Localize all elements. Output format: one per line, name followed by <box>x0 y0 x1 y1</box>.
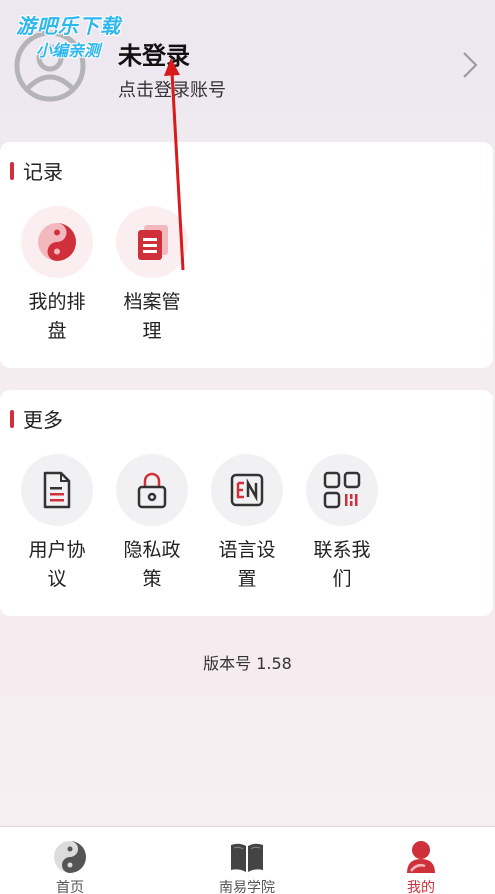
my-chart-label: 我的排盘 <box>28 291 86 342</box>
tab-mine-label: 我的 <box>407 880 435 894</box>
document-icon <box>43 471 71 509</box>
privacy-policy-icon-circle[interactable] <box>116 454 188 526</box>
user-agreement-icon-circle[interactable] <box>21 454 93 526</box>
tab-mine[interactable]: 我的 <box>361 827 481 894</box>
tab-academy-label: 南易学院 <box>219 880 275 894</box>
my-chart-icon-circle[interactable] <box>21 206 93 278</box>
lock-icon <box>137 472 167 509</box>
archive-management-label: 档案管理 <box>123 291 181 342</box>
records-section-title: 记录 <box>10 156 63 185</box>
more-section-title: 更多 <box>10 404 63 433</box>
language-settings-label: 语言设置 <box>218 539 276 590</box>
bottom-tab-bar: 首页 南易学院 我的 <box>0 826 495 894</box>
qr-code-icon <box>323 471 361 509</box>
records-section: 记录 我的排盘 档案管理 <box>0 142 493 368</box>
privacy-policy-item[interactable]: 隐私政策 <box>109 454 195 594</box>
login-prompt[interactable]: 点击登录账号 <box>118 76 226 102</box>
tab-home[interactable]: 首页 <box>10 827 130 894</box>
tab-home-label: 首页 <box>56 880 84 894</box>
yin-yang-icon <box>38 223 76 261</box>
language-settings-icon-circle[interactable] <box>211 454 283 526</box>
contact-us-item[interactable]: 联系我们 <box>299 454 385 594</box>
archive-icon <box>138 225 168 260</box>
contact-us-label: 联系我们 <box>313 539 371 590</box>
archive-icon-circle[interactable] <box>116 206 188 278</box>
language-en-icon <box>230 473 264 507</box>
language-settings-item[interactable]: 语言设置 <box>204 454 290 594</box>
yin-yang-icon <box>54 841 86 873</box>
contact-us-icon-circle[interactable] <box>306 454 378 526</box>
privacy-policy-label: 隐私政策 <box>123 539 181 590</box>
chevron-right-icon[interactable] <box>460 50 480 80</box>
tab-academy[interactable]: 南易学院 <box>187 827 307 894</box>
user-agreement-label: 用户协议 <box>28 539 86 590</box>
profile-icon <box>407 841 435 873</box>
login-header[interactable]: 未登录 点击登录账号 <box>0 0 495 130</box>
archive-management-item[interactable]: 档案管理 <box>109 206 195 346</box>
section-accent-bar <box>10 409 14 428</box>
section-accent-bar <box>10 161 14 180</box>
user-avatar-icon[interactable] <box>10 28 90 104</box>
more-title: 更多 <box>23 408 63 432</box>
login-status-title[interactable]: 未登录 <box>118 36 190 71</box>
my-chart-item[interactable]: 我的排盘 <box>14 206 100 346</box>
records-title: 记录 <box>23 160 63 184</box>
book-icon <box>231 843 263 872</box>
user-agreement-item[interactable]: 用户协议 <box>14 454 100 594</box>
version-label: 版本号 1.58 <box>203 654 292 673</box>
more-section: 更多 用户协议 隐私政策 语言设置 联系我们 <box>0 390 493 616</box>
